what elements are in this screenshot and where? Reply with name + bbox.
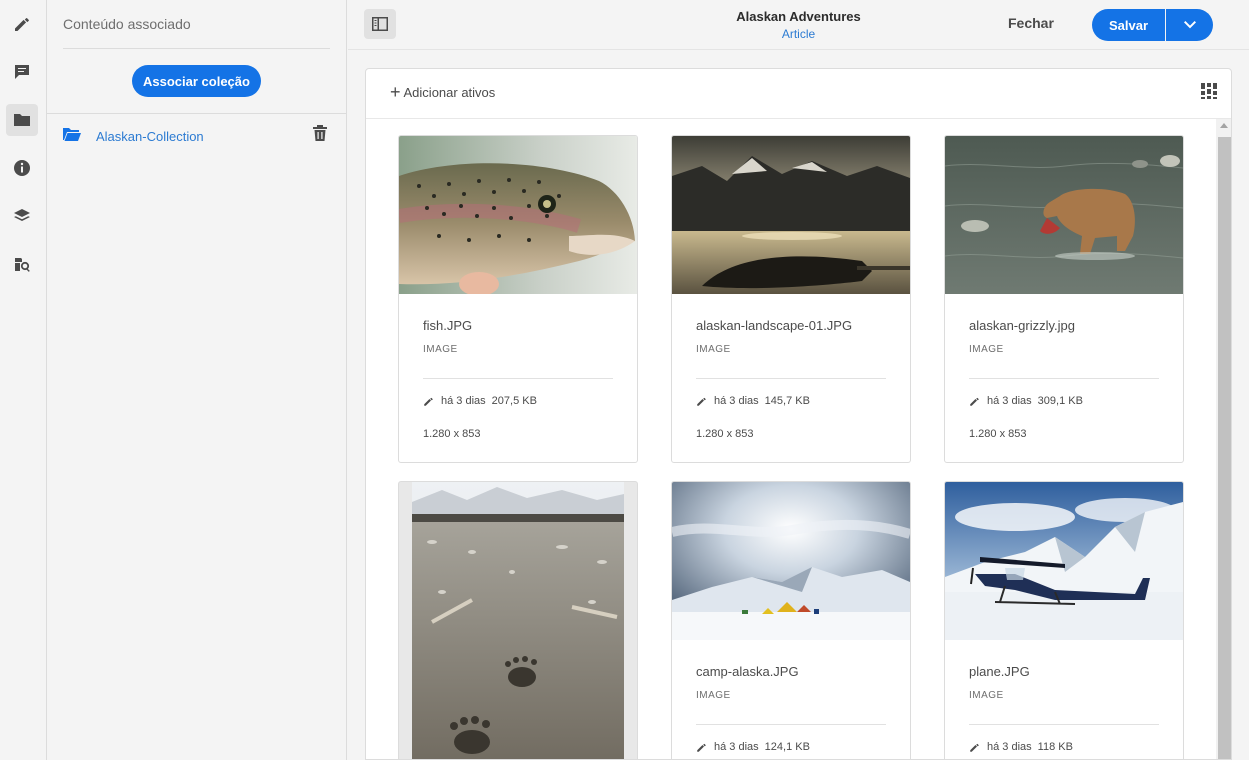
edit-icon[interactable] <box>6 8 38 40</box>
collection-item[interactable]: Alaskan-Collection <box>47 120 347 152</box>
asset-meta: há 3 dias 124,1 KB <box>696 741 810 753</box>
asset-modified: há 3 dias <box>987 741 1032 753</box>
asset-search-icon[interactable] <box>6 248 38 280</box>
asset-name: plane.JPG <box>969 664 1030 679</box>
asset-thumbnail[interactable] <box>672 482 910 640</box>
scroll-thumb[interactable] <box>1218 137 1231 759</box>
panel-title: Conteúdo associado <box>63 16 191 32</box>
asset-card[interactable]: plane.JPG IMAGE há 3 dias 118 KB <box>944 481 1184 759</box>
divider <box>696 378 886 379</box>
asset-card[interactable]: alaskan-landscape-01.JPG IMAGE há 3 dias… <box>671 135 911 463</box>
chevron-down-icon <box>1183 21 1196 29</box>
icon-rail <box>0 0 47 760</box>
asset-size: 145,7 KB <box>764 395 810 407</box>
comments-icon[interactable] <box>6 56 38 88</box>
divider <box>696 724 886 725</box>
layers-icon[interactable] <box>6 200 38 232</box>
asset-name: fish.JPG <box>423 318 473 333</box>
asset-modified: há 3 dias <box>714 741 759 753</box>
info-icon[interactable] <box>6 152 38 184</box>
edit-icon <box>424 397 433 406</box>
view-switcher-icon[interactable] <box>1201 83 1217 99</box>
asset-card[interactable] <box>398 481 638 759</box>
associated-content-panel: Conteúdo associado Associar coleção Alas… <box>47 0 347 760</box>
asset-card[interactable]: alaskan-grizzly.jpg IMAGE há 3 dias 309,… <box>944 135 1184 463</box>
asset-meta: há 3 dias 118 KB <box>969 741 1073 753</box>
divider <box>969 378 1159 379</box>
scroll-up-arrow-icon[interactable] <box>1220 123 1228 128</box>
asset-type: IMAGE <box>696 344 731 355</box>
asset-dimensions: 1.280 x 853 <box>969 428 1027 440</box>
camp-image <box>672 482 910 640</box>
asset-thumbnail[interactable] <box>945 136 1183 294</box>
vertical-scrollbar[interactable] <box>1216 119 1231 759</box>
asset-thumbnail[interactable] <box>412 482 624 759</box>
landscape-image <box>672 136 910 294</box>
asset-name: camp-alaska.JPG <box>696 664 799 679</box>
asset-type: IMAGE <box>969 690 1004 701</box>
asset-card[interactable]: fish.JPG IMAGE há 3 dias 207,5 KB 1.280 … <box>398 135 638 463</box>
save-options-button[interactable] <box>1166 9 1213 41</box>
folder-open-icon <box>63 126 81 142</box>
bear-tracks-image <box>412 482 624 759</box>
divider <box>969 724 1159 725</box>
asset-size: 118 KB <box>1037 741 1073 753</box>
close-button[interactable]: Fechar <box>1008 15 1054 31</box>
asset-size: 309,1 KB <box>1037 395 1083 407</box>
edit-icon <box>697 397 706 406</box>
asset-meta: há 3 dias 145,7 KB <box>696 395 810 407</box>
asset-size: 207,5 KB <box>491 395 537 407</box>
plane-image <box>945 482 1183 640</box>
divider <box>63 48 330 49</box>
add-assets-button[interactable]: + Adicionar ativos <box>390 82 495 103</box>
add-assets-label: Adicionar ativos <box>403 85 496 100</box>
asset-modified: há 3 dias <box>441 395 486 407</box>
asset-dimensions: 1.280 x 853 <box>696 428 754 440</box>
asset-modified: há 3 dias <box>714 395 759 407</box>
asset-dimensions: 1.280 x 853 <box>423 428 481 440</box>
asset-type: IMAGE <box>423 344 458 355</box>
plus-icon: + <box>390 82 401 102</box>
assets-panel: + Adicionar ativos fish.JPG IMAGE há 3 d… <box>365 68 1232 760</box>
asset-meta: há 3 dias 309,1 KB <box>969 395 1083 407</box>
asset-thumbnail[interactable] <box>945 482 1183 640</box>
edit-icon <box>970 743 979 752</box>
asset-thumbnail[interactable] <box>672 136 910 294</box>
trash-icon[interactable] <box>312 124 328 142</box>
asset-type: IMAGE <box>696 690 731 701</box>
divider <box>366 118 1231 119</box>
divider <box>47 113 347 114</box>
asset-size: 124,1 KB <box>764 741 810 753</box>
associate-collection-button[interactable]: Associar coleção <box>132 65 261 97</box>
folder-icon[interactable] <box>6 104 38 136</box>
asset-type: IMAGE <box>969 344 1004 355</box>
asset-modified: há 3 dias <box>987 395 1032 407</box>
collection-link[interactable]: Alaskan-Collection <box>96 129 204 144</box>
asset-name: alaskan-landscape-01.JPG <box>696 318 853 333</box>
fish-image <box>399 136 637 294</box>
edit-icon <box>697 743 706 752</box>
edit-icon <box>970 397 979 406</box>
top-bar: Alaskan Adventures Article Fechar Salvar <box>348 0 1249 50</box>
grizzly-image <box>945 136 1183 294</box>
asset-card[interactable]: camp-alaska.JPG IMAGE há 3 dias 124,1 KB <box>671 481 911 759</box>
divider <box>423 378 613 379</box>
asset-name: alaskan-grizzly.jpg <box>969 318 1075 333</box>
save-button[interactable]: Salvar <box>1092 9 1165 41</box>
asset-thumbnail[interactable] <box>399 136 637 294</box>
asset-meta: há 3 dias 207,5 KB <box>423 395 537 407</box>
